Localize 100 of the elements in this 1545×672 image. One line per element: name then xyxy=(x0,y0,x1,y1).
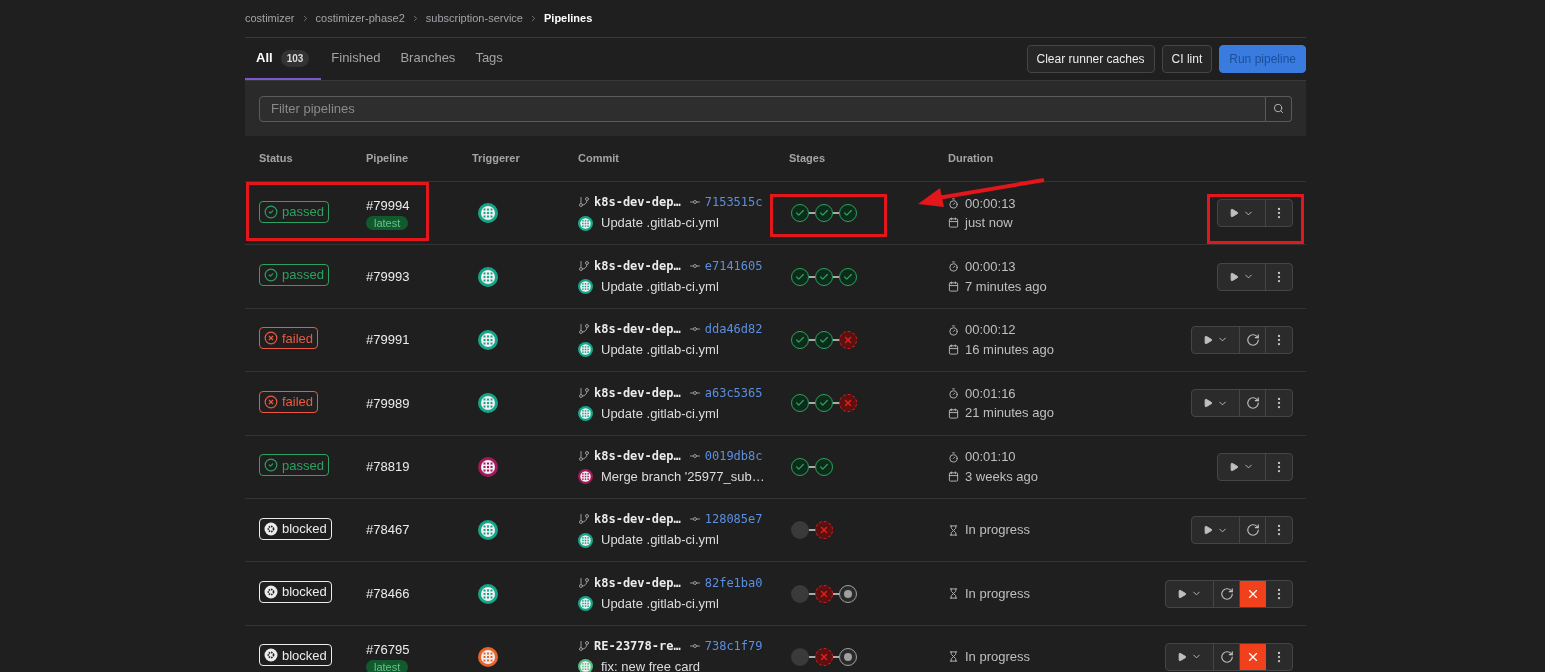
commit-message-link[interactable]: fix: new free card xyxy=(601,657,700,672)
avatar-icon[interactable] xyxy=(478,520,498,541)
author-avatar-icon[interactable] xyxy=(578,469,593,485)
commit-sha-link[interactable]: 128085e7 xyxy=(704,510,763,529)
stage-manual-icon[interactable] xyxy=(839,647,857,666)
stage-success-icon[interactable] xyxy=(815,267,833,286)
commit-message-link[interactable]: Update .gitlab-ci.yml xyxy=(601,530,719,550)
breadcrumb-link[interactable]: costimizer xyxy=(245,10,295,27)
timer-icon xyxy=(948,451,959,463)
status-badge[interactable]: blocked xyxy=(259,644,332,667)
branch-link[interactable]: k8s-dev-dep… xyxy=(594,193,681,212)
commit-sha-link[interactable]: dda46d82 xyxy=(704,320,763,339)
toolbar-button[interactable]: Clear runner caches xyxy=(1026,45,1155,73)
avatar-icon[interactable] xyxy=(478,583,498,604)
commit-message-link[interactable]: Update .gitlab-ci.yml xyxy=(601,213,719,233)
author-avatar-icon[interactable] xyxy=(578,279,593,295)
tab[interactable]: Branches xyxy=(390,38,466,80)
pipeline-id-link[interactable]: #79993 xyxy=(366,266,410,287)
branch-link[interactable]: RE-23778-re… xyxy=(594,637,681,656)
commit-sha-link[interactable]: 738c1f79 xyxy=(704,637,763,656)
pipeline-id-link[interactable]: #79994 xyxy=(366,196,410,216)
finished-time-text: 21 minutes ago xyxy=(965,404,1054,423)
stage-success-icon[interactable] xyxy=(791,267,809,286)
author-avatar-icon[interactable] xyxy=(578,659,593,672)
stage-failed-icon[interactable] xyxy=(815,584,833,603)
search-button[interactable] xyxy=(1266,95,1292,122)
author-avatar-icon[interactable] xyxy=(578,405,593,421)
stage-manual-icon[interactable] xyxy=(839,584,857,603)
branch-link[interactable]: k8s-dev-dep… xyxy=(594,320,681,339)
commit-sha-link[interactable]: 0019db8c xyxy=(704,447,763,465)
tab[interactable]: Finished xyxy=(321,38,391,80)
commit-message-link[interactable]: Update .gitlab-ci.yml xyxy=(601,340,719,360)
pipeline-id-link[interactable]: #76795 xyxy=(366,640,410,660)
avatar-icon[interactable] xyxy=(478,646,498,667)
avatar-icon[interactable] xyxy=(478,456,498,477)
timer-icon xyxy=(948,324,959,336)
author-avatar-icon[interactable] xyxy=(578,215,593,231)
pipeline-id-link[interactable]: #78819 xyxy=(366,457,410,477)
stage-success-icon[interactable] xyxy=(815,394,833,413)
stage-failed-icon[interactable] xyxy=(839,394,857,413)
play-icon xyxy=(1203,334,1213,345)
branch-link[interactable]: k8s-dev-dep… xyxy=(594,447,681,465)
branch-link[interactable]: k8s-dev-dep… xyxy=(594,573,681,592)
stage-failed-icon[interactable] xyxy=(815,521,833,540)
stage-success-icon[interactable] xyxy=(791,457,809,476)
stage-success-icon[interactable] xyxy=(839,267,857,286)
avatar-icon[interactable] xyxy=(478,266,498,287)
pipeline-id-link[interactable]: #79989 xyxy=(366,393,410,414)
stage-failed-icon[interactable] xyxy=(815,647,833,666)
finished-time-text: 7 minutes ago xyxy=(965,277,1047,296)
hourglass-icon xyxy=(948,651,959,663)
author-avatar-icon[interactable] xyxy=(578,342,593,358)
calendar-icon xyxy=(948,407,959,419)
pipeline-id-link[interactable]: #78466 xyxy=(366,583,410,604)
pipeline-id-link[interactable]: #79991 xyxy=(366,330,410,350)
commit-sha-link[interactable]: 7153515c xyxy=(704,193,763,212)
commit-sha-link[interactable]: 82fe1ba0 xyxy=(704,573,763,592)
timer-icon xyxy=(948,388,959,400)
filter-field[interactable]: Filter pipelines xyxy=(259,95,1266,122)
breadcrumb-link[interactable]: costimizer-phase2 xyxy=(315,10,405,27)
status-badge[interactable]: passed xyxy=(259,454,329,477)
branch-link[interactable]: k8s-dev-dep… xyxy=(594,256,681,275)
commit-sha-link[interactable]: a63c5365 xyxy=(704,383,763,402)
stage-success-icon[interactable] xyxy=(791,330,809,349)
toolbar-button[interactable]: CI lint xyxy=(1161,45,1213,73)
stage-success-icon[interactable] xyxy=(815,330,833,349)
calendar-icon xyxy=(948,280,959,292)
tab[interactable]: Tags xyxy=(465,38,513,80)
commit-message-link[interactable]: Update .gitlab-ci.yml xyxy=(601,593,719,614)
stage-success-icon[interactable] xyxy=(815,204,833,223)
avatar-icon[interactable] xyxy=(478,329,498,350)
pipeline-id-link[interactable]: #78467 xyxy=(366,520,410,540)
commit-message-link[interactable]: Update .gitlab-ci.yml xyxy=(601,276,719,297)
stage-success-icon[interactable] xyxy=(815,457,833,476)
stage-failed-icon[interactable] xyxy=(839,330,857,349)
author-avatar-icon[interactable] xyxy=(578,532,593,548)
status-badge[interactable]: blocked xyxy=(259,517,332,540)
stage-success-icon[interactable] xyxy=(791,394,809,413)
status-badge[interactable]: failed xyxy=(259,327,319,350)
stage-success-icon[interactable] xyxy=(839,204,857,223)
breadcrumb-link[interactable]: Pipelines xyxy=(544,10,593,27)
cancel-button[interactable] xyxy=(1240,580,1266,607)
cancel-button[interactable] xyxy=(1240,643,1266,670)
in-progress-text: In progress xyxy=(965,648,1031,667)
stage-success-icon[interactable] xyxy=(791,204,809,223)
status-badge[interactable]: failed xyxy=(259,390,319,413)
avatar-icon[interactable] xyxy=(478,393,498,414)
commit-sha-link[interactable]: e7141605 xyxy=(704,256,763,275)
status-badge[interactable]: passed xyxy=(259,200,329,223)
commit-message-link[interactable]: Update .gitlab-ci.yml xyxy=(601,403,719,424)
branch-link[interactable]: k8s-dev-dep… xyxy=(594,510,681,529)
commit-message-link[interactable]: Merge branch '25977_sub… xyxy=(601,467,765,487)
in-progress-text: In progress xyxy=(965,584,1031,603)
branch-link[interactable]: k8s-dev-dep… xyxy=(594,383,681,402)
status-badge[interactable]: blocked xyxy=(259,581,332,604)
avatar-icon[interactable] xyxy=(478,203,498,224)
status-badge[interactable]: passed xyxy=(259,264,329,287)
breadcrumb-link[interactable]: subscription-service xyxy=(425,10,523,27)
author-avatar-icon[interactable] xyxy=(578,596,593,612)
play-icon xyxy=(1229,271,1239,282)
